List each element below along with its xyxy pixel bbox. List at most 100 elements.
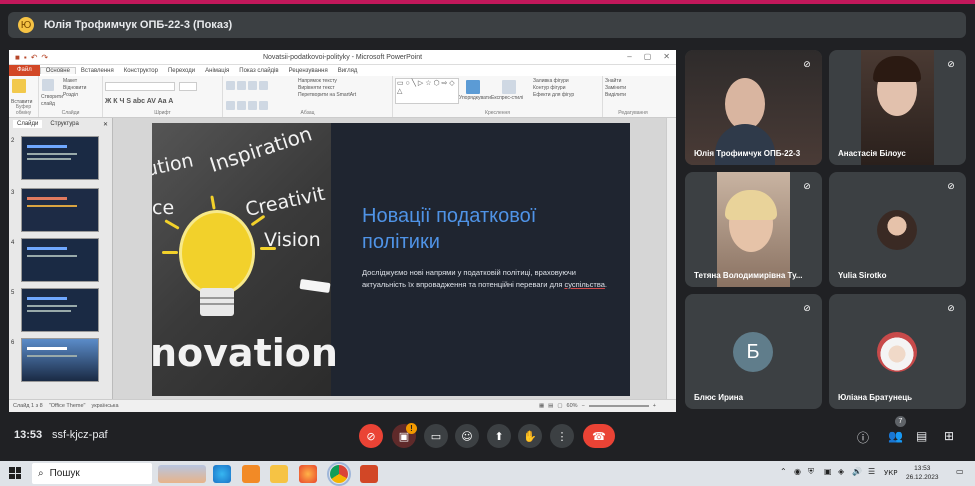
tab-file[interactable]: Файл (9, 65, 40, 76)
chrome-icon[interactable] (327, 462, 351, 486)
volume-icon[interactable]: 🔊 (852, 467, 862, 476)
ribbon-group-paragraph: Напрямок тексту Вирівняти текст Перетворит… (223, 76, 393, 117)
participant-tile[interactable]: ⊘ Тетяна Володимирівна Ту... (685, 172, 822, 287)
slide-thumbnail[interactable] (21, 238, 99, 282)
view-reading-icon[interactable]: ▢ (557, 403, 562, 409)
tab-design[interactable]: Конструктор (119, 68, 163, 74)
notifications-icon[interactable]: ▭ (956, 467, 964, 476)
arrange-icon[interactable] (466, 80, 480, 94)
tab-slideshow[interactable]: Показ слайдів (234, 68, 283, 74)
font-family-select[interactable] (105, 82, 175, 91)
minimize-icon[interactable]: – (627, 52, 631, 61)
align-right-icon[interactable] (248, 101, 257, 110)
quick-styles-icon[interactable] (502, 80, 516, 94)
powerpoint-icon[interactable] (360, 465, 378, 483)
mic-toggle-button[interactable]: ⊘ (359, 424, 383, 448)
new-slide-icon[interactable] (42, 79, 54, 91)
tray-shield-icon[interactable]: ⛨ (808, 467, 814, 477)
zoom-in-icon[interactable]: + (653, 403, 656, 409)
search-highlight-image[interactable] (158, 465, 206, 483)
pane-close-icon[interactable]: ✕ (103, 121, 112, 128)
reactions-button[interactable]: ☺ (455, 424, 479, 448)
view-sorter-icon[interactable]: ▤ (548, 403, 553, 409)
raise-hand-button[interactable]: ✋ (518, 424, 542, 448)
captions-icon: ▭ (430, 429, 442, 443)
tray-icon[interactable]: ▣ (824, 467, 832, 476)
justify-icon[interactable] (259, 101, 268, 110)
participant-tile[interactable]: Б ⊘ Блюс Ирина (685, 294, 822, 409)
slide-thumbnail[interactable] (21, 136, 99, 180)
participant-avatar (877, 210, 917, 250)
chat-icon[interactable]: ▤ (916, 429, 927, 443)
bullets-icon[interactable] (226, 81, 235, 90)
indent-icon[interactable] (248, 81, 257, 90)
group-label-font: Шрифт (154, 110, 171, 116)
font-format-buttons[interactable]: Ж К Ч S abc AV Aa A (105, 98, 220, 105)
participant-tile[interactable]: ⊘ Yulia Sirotko (829, 172, 966, 287)
tab-home[interactable]: Основне (39, 67, 76, 74)
tab-animations[interactable]: Анімація (200, 68, 234, 74)
tray-icon[interactable]: ◈ (838, 467, 844, 476)
captions-button[interactable]: ▭ (424, 424, 448, 448)
firefox-icon[interactable] (299, 465, 317, 483)
tab-insert[interactable]: Вставлення (76, 68, 119, 74)
edge-icon[interactable] (213, 465, 231, 483)
tab-view[interactable]: Вигляд (333, 68, 363, 74)
taskbar-clock[interactable]: 13:53 26.12.2023 (906, 464, 939, 482)
meeting-info-icon[interactable]: ⓘ (857, 429, 869, 446)
shapes-gallery[interactable]: ▭ ○ ╲ ▷ ☆ ⬡ ⇨ ◇ △ (395, 78, 459, 104)
new-slide-label[interactable]: Створити слайд (41, 94, 63, 108)
line-spacing-icon[interactable] (259, 81, 268, 90)
tab-review[interactable]: Рецензування (284, 68, 333, 74)
mic-off-icon: ⊘ (803, 304, 811, 314)
ribbon-group-font: Ж К Ч S abc AV Aa A Шрифт (103, 76, 223, 117)
activities-icon[interactable]: ⊞ (944, 429, 954, 443)
windows-start-icon[interactable] (9, 467, 21, 479)
arrange-label[interactable]: Упорядкувати (459, 95, 491, 102)
vertical-scrollbar[interactable] (666, 118, 676, 399)
people-icon[interactable]: 👥 (888, 429, 903, 443)
close-icon[interactable]: ✕ (663, 52, 670, 61)
ribbon-shape-format-labels[interactable]: Заливка фігури Контур фігури Ефекти для фі… (533, 78, 574, 99)
slide-thumbnail[interactable] (21, 188, 99, 232)
participant-tile[interactable]: ⊘ Юліана Братунець (829, 294, 966, 409)
align-left-icon[interactable] (226, 101, 235, 110)
maximize-icon[interactable]: ▢ (644, 52, 652, 61)
tab-transitions[interactable]: Переходи (163, 68, 200, 74)
slide-title: Новації податкової політики (362, 205, 537, 253)
current-slide[interactable]: ution Inspiration ce Creativit Vision no… (152, 123, 630, 396)
numbering-icon[interactable] (237, 81, 246, 90)
ribbon-editing-labels[interactable]: Знайти Замінити Виділити (605, 78, 661, 99)
participant-tile[interactable]: ⊘ Анастасія Білоус (829, 50, 966, 165)
zoom-out-icon[interactable]: − (582, 403, 585, 409)
ribbon-paragraph-labels[interactable]: Напрямок тексту Вирівняти текст Перетворит… (298, 78, 356, 99)
presenter-avatar: Ю (18, 17, 34, 33)
present-button[interactable]: ⬆ (487, 424, 511, 448)
file-explorer-icon[interactable] (270, 465, 288, 483)
ribbon-slides-labels[interactable]: Макет Відновити Розділ (63, 78, 86, 99)
ribbon-group-clipboard: Вставити Буфер обміну (9, 76, 39, 117)
align-center-icon[interactable] (237, 101, 246, 110)
paste-icon[interactable] (12, 79, 26, 93)
font-size-select[interactable] (179, 82, 198, 91)
taskbar-search[interactable]: ⌕ Пошук (32, 463, 152, 484)
participant-tile[interactable]: ⊘ Юлія Трофимчук ОПБ-22-3 (685, 50, 822, 165)
quick-styles-label[interactable]: Експрес-стилі (491, 95, 527, 102)
mic-off-icon: ⊘ (803, 60, 811, 70)
more-options-button[interactable]: ⋮ (550, 424, 574, 448)
pane-tab-outline[interactable]: Структура (50, 121, 78, 127)
presenter-title: Юлія Трофимчук ОПБ-22-3 (Показ) (44, 19, 233, 31)
zoom-level[interactable]: 60% (567, 403, 578, 409)
view-normal-icon[interactable]: ▦ (539, 403, 544, 409)
status-language[interactable]: українська (91, 403, 118, 409)
leave-call-button[interactable]: ☎ (583, 424, 615, 448)
language-indicator[interactable]: УКР (884, 469, 897, 477)
app-icon[interactable] (242, 465, 260, 483)
slide-thumbnail[interactable] (21, 288, 99, 332)
tray-chevron-icon[interactable]: ⌃ (780, 467, 787, 476)
tray-app-icon[interactable]: ◉ (794, 467, 801, 476)
zoom-slider[interactable] (588, 405, 649, 407)
network-icon[interactable]: ☰ (868, 467, 875, 476)
pane-tab-slides[interactable]: Слайди (13, 120, 43, 128)
slide-thumbnail[interactable] (21, 338, 99, 382)
